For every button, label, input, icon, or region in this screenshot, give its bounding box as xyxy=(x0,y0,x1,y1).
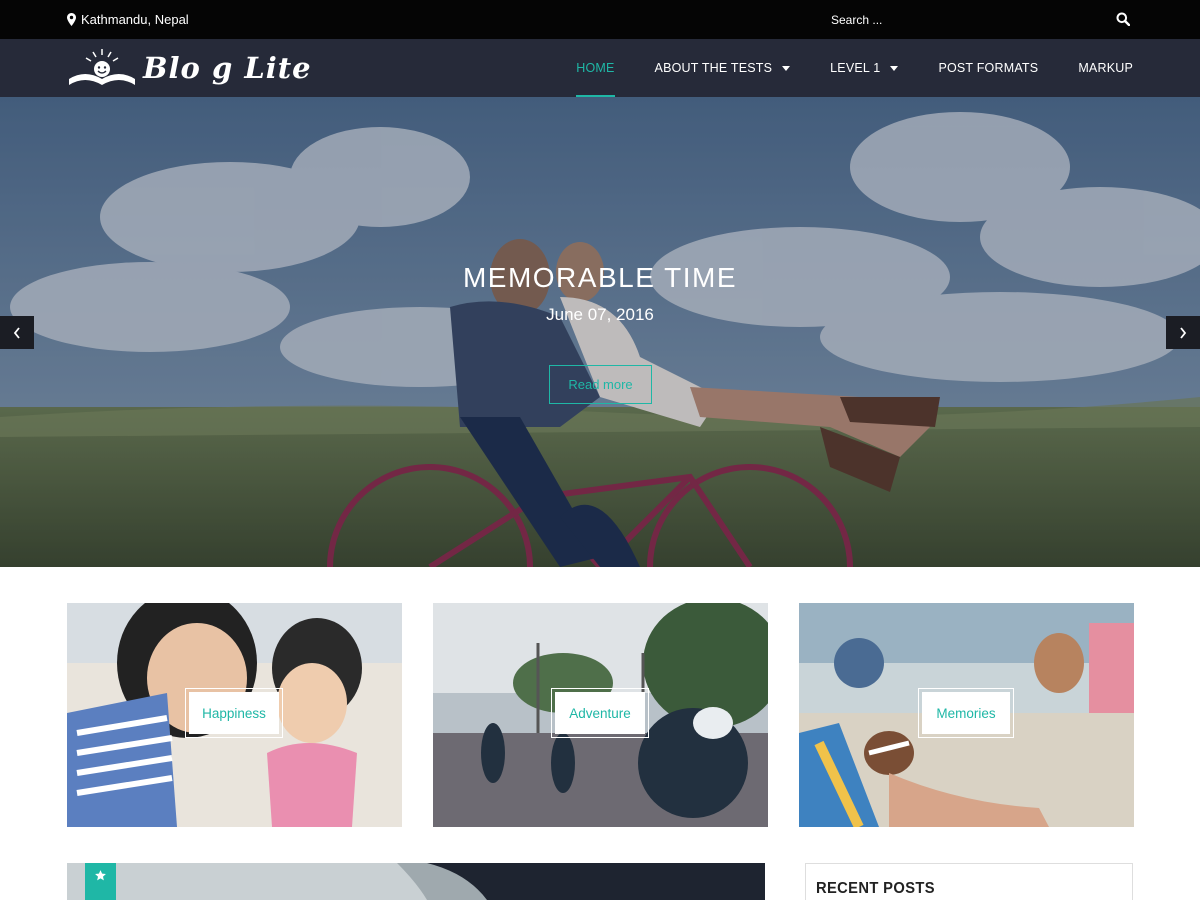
book-logo-icon xyxy=(69,49,135,85)
nav-item-label: MARKUP xyxy=(1078,61,1133,75)
hero-title: MEMORABLE TIME xyxy=(462,262,738,293)
feature-label[interactable]: Memories xyxy=(918,688,1014,738)
nav-item-label: LEVEL 1 xyxy=(830,61,881,75)
search-icon xyxy=(1116,12,1131,26)
hero-date: June 07, 2016 xyxy=(546,305,654,324)
slider-prev-button[interactable] xyxy=(0,316,34,349)
nav-item-label: ABOUT THE TESTS xyxy=(654,61,773,75)
featured-ribbon xyxy=(85,863,116,900)
feature-card-happiness[interactable]: Happiness xyxy=(67,603,402,827)
nav-item-post-formats[interactable]: POST FORMATS xyxy=(898,39,1038,97)
feature-card-adventure[interactable]: Adventure xyxy=(433,603,768,827)
location-text: Kathmandu, Nepal xyxy=(81,12,189,27)
star-icon xyxy=(95,870,106,881)
chevron-left-icon xyxy=(13,326,20,339)
nav-item-home[interactable]: HOME xyxy=(536,39,615,97)
search-input[interactable] xyxy=(823,8,1103,32)
featured-post-image[interactable] xyxy=(67,863,765,900)
site-logo[interactable]: Blo g Lite xyxy=(67,45,312,91)
map-marker-icon xyxy=(67,13,76,26)
logo-text: Blo g Lite xyxy=(143,51,312,85)
hero-slider: MEMORABLE TIME June 07, 2016 Read more xyxy=(0,97,1200,567)
feature-label[interactable]: Adventure xyxy=(551,688,649,738)
nav-item-label: HOME xyxy=(576,61,615,75)
caret-down-icon xyxy=(782,65,791,71)
nav-item-level-1[interactable]: LEVEL 1 xyxy=(790,39,899,97)
site-header: Blo g Lite HOME ABOUT THE TESTS LEVEL 1 … xyxy=(0,39,1200,97)
post-thumbnail xyxy=(67,863,765,900)
hero-image xyxy=(0,97,1200,567)
slider-next-button[interactable] xyxy=(1166,316,1200,349)
read-more-button[interactable]: Read more xyxy=(549,365,652,404)
feature-label[interactable]: Happiness xyxy=(185,688,283,738)
caret-down-icon xyxy=(890,65,899,71)
nav-item-about-the-tests[interactable]: ABOUT THE TESTS xyxy=(615,39,791,97)
search-button[interactable] xyxy=(1114,11,1132,29)
recent-posts-widget: RECENT POSTS xyxy=(805,863,1133,900)
top-bar: Kathmandu, Nepal xyxy=(0,0,1200,39)
chevron-right-icon xyxy=(1180,326,1187,339)
feature-card-memories[interactable]: Memories xyxy=(799,603,1134,827)
widget-title: RECENT POSTS xyxy=(816,880,935,897)
main-navigation: HOME ABOUT THE TESTS LEVEL 1 POST FORMAT… xyxy=(536,39,1133,97)
location-info: Kathmandu, Nepal xyxy=(67,12,189,27)
nav-item-label: POST FORMATS xyxy=(938,61,1039,75)
nav-item-markup[interactable]: MARKUP xyxy=(1038,39,1133,97)
